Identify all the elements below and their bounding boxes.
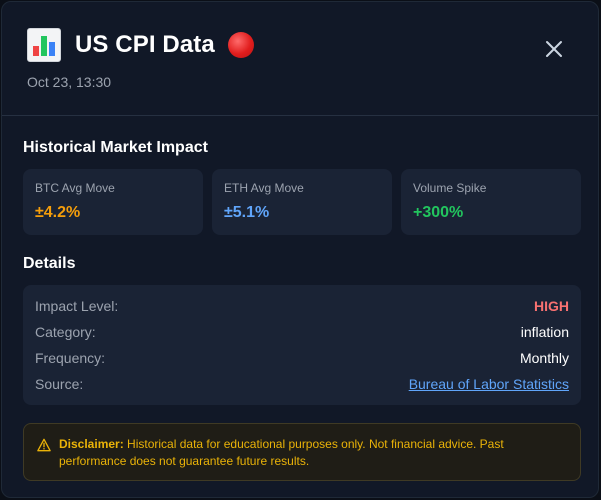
stat-label: BTC Avg Move [35, 181, 115, 195]
detail-label: Category: [35, 324, 96, 340]
details-box: Impact Level: HIGH Category: inflation F… [23, 285, 581, 405]
event-modal: US CPI Data Oct 23, 13:30 Historical Mar… [1, 1, 599, 498]
stat-card-btc: BTC Avg Move ±4.2% [23, 169, 203, 235]
detail-label: Frequency: [35, 350, 106, 366]
stat-card-eth: ETH Avg Move ±5.1% [212, 169, 392, 235]
stat-value: ±4.2% [35, 204, 81, 221]
warning-icon [37, 438, 51, 452]
disclaimer-box: Disclaimer: Historical data for educatio… [23, 423, 581, 481]
historical-impact-title: Historical Market Impact [23, 139, 208, 156]
stat-value: +300% [413, 204, 464, 221]
detail-row-source: Source: Bureau of Labor Statistics [35, 374, 569, 394]
source-link[interactable]: Bureau of Labor Statistics [409, 376, 569, 392]
disclaimer-text: Disclaimer: Historical data for educatio… [59, 436, 529, 470]
detail-label: Source: [35, 376, 84, 392]
modal-header: US CPI Data Oct 23, 13:30 [2, 2, 598, 116]
details-title: Details [23, 255, 76, 272]
event-date: Oct 23, 13:30 [27, 74, 112, 90]
disclaimer-label: Disclaimer: [59, 437, 124, 451]
detail-value: inflation [520, 324, 569, 340]
impact-level-badge: HIGH [534, 298, 569, 314]
modal-title: US CPI Data [75, 31, 215, 58]
detail-row-impact: Impact Level: HIGH [35, 296, 569, 316]
stat-value: ±5.1% [224, 204, 270, 221]
stat-label: Volume Spike [413, 181, 487, 195]
close-icon [546, 41, 562, 57]
red-circle-icon [227, 32, 254, 58]
disclaimer-body: Historical data for educational purposes… [59, 437, 504, 468]
stat-card-volume: Volume Spike +300% [401, 169, 581, 235]
bar-chart-icon [27, 28, 61, 62]
detail-row-category: Category: inflation [35, 322, 569, 342]
detail-label: Impact Level: [35, 298, 119, 314]
title-row: US CPI Data [27, 27, 254, 63]
detail-row-frequency: Frequency: Monthly [35, 348, 569, 368]
stat-label: ETH Avg Move [224, 181, 304, 195]
detail-value: Monthly [519, 350, 569, 366]
close-button[interactable] [542, 37, 566, 61]
